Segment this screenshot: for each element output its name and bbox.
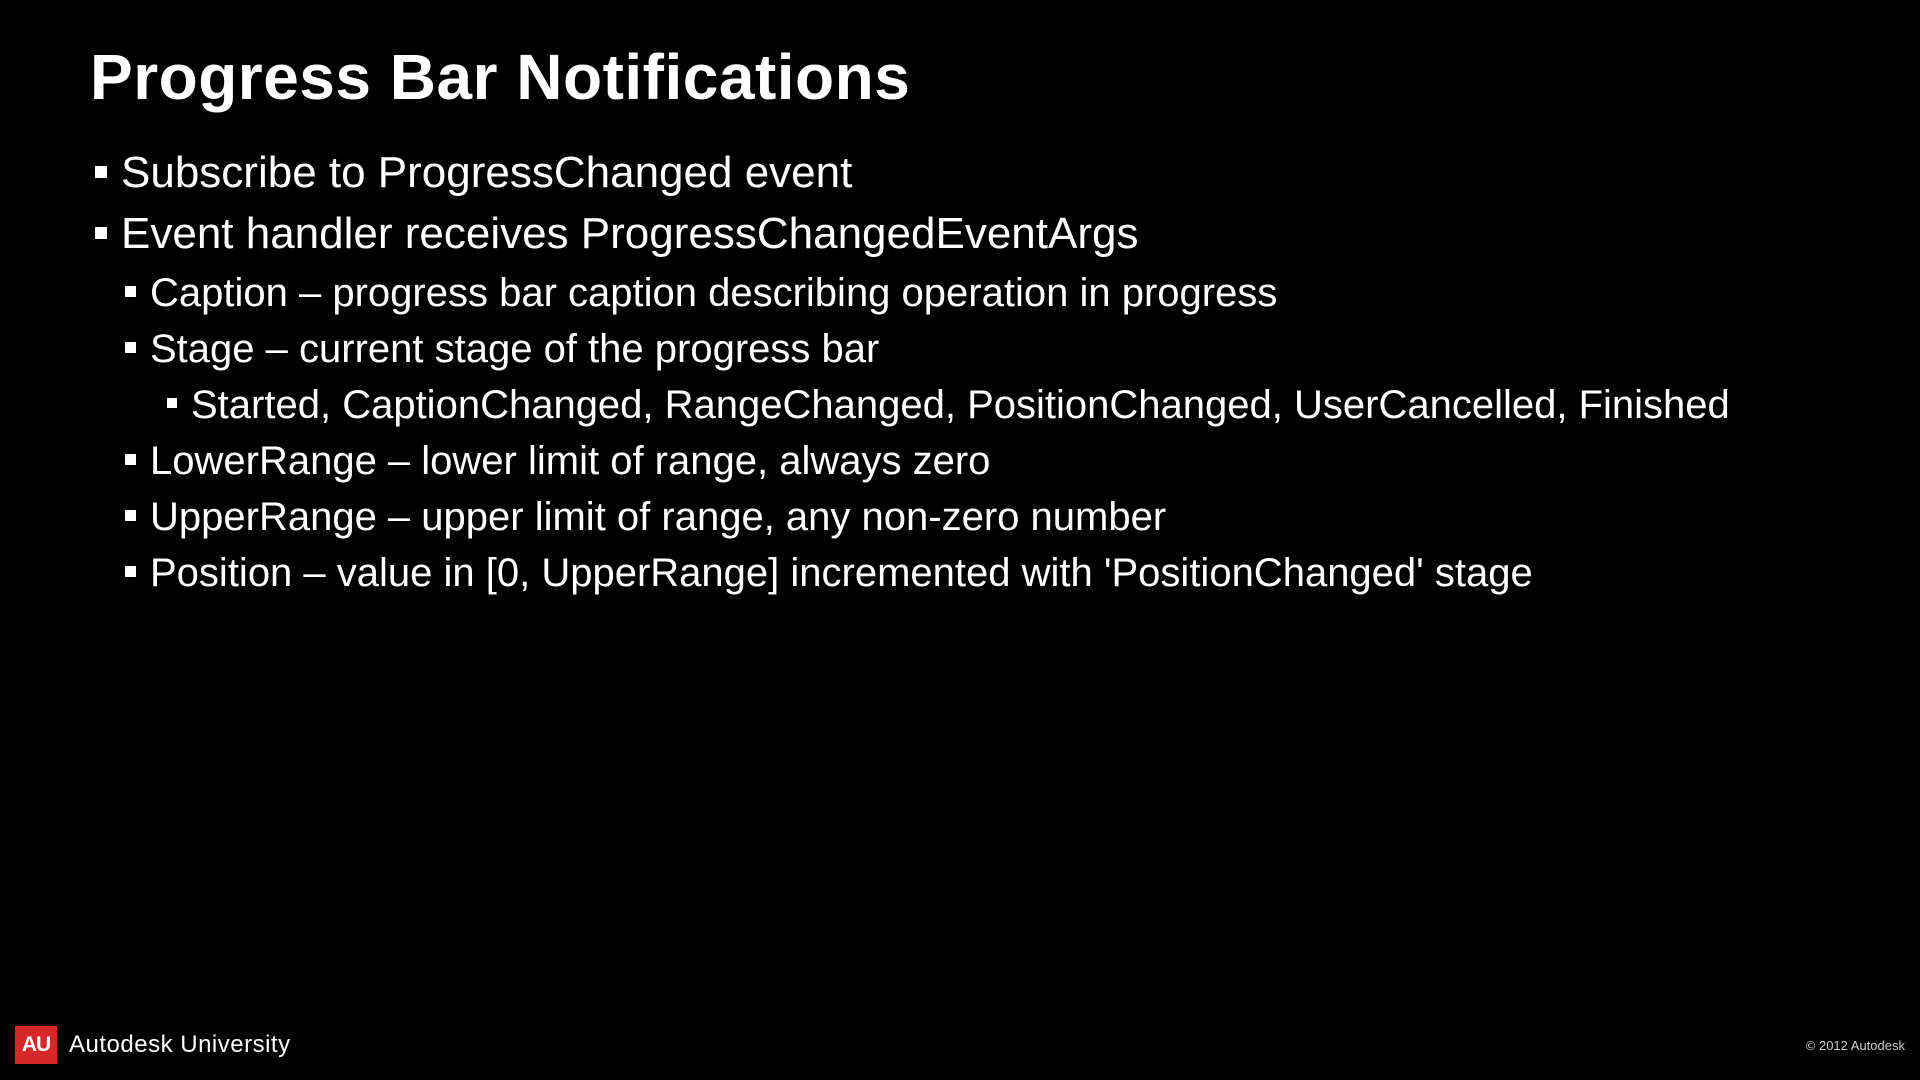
bullet-text: Position – value in [0, UpperRange] incr…	[150, 546, 1533, 600]
brand-text: Autodesk University	[69, 1031, 291, 1059]
bullet-level1: Event handler receives ProgressChangedEv…	[95, 205, 1920, 262]
bullet-level1: Subscribe to ProgressChanged event	[95, 144, 1920, 201]
bullet-text: Stage – current stage of the progress ba…	[150, 322, 879, 376]
bullet-level3: Started, CaptionChanged, RangeChanged, P…	[167, 378, 1920, 432]
bullet-level2: Position – value in [0, UpperRange] incr…	[125, 546, 1920, 600]
bullet-marker-icon	[167, 398, 177, 408]
logo-group: AU Autodesk University	[15, 1026, 291, 1064]
bullet-level2: Stage – current stage of the progress ba…	[125, 322, 1920, 376]
slide-title: Progress Bar Notifications	[0, 0, 1920, 114]
bullet-text: Caption – progress bar caption describin…	[150, 266, 1277, 320]
bullet-marker-icon	[125, 286, 136, 297]
bullet-marker-icon	[95, 166, 107, 178]
bullet-text: LowerRange – lower limit of range, alway…	[150, 434, 990, 488]
bullet-marker-icon	[125, 566, 136, 577]
bullet-level2: LowerRange – lower limit of range, alway…	[125, 434, 1920, 488]
bullet-marker-icon	[125, 342, 136, 353]
bullet-text: Subscribe to ProgressChanged event	[121, 144, 852, 201]
bullet-text: Started, CaptionChanged, RangeChanged, P…	[191, 378, 1730, 432]
bullet-marker-icon	[125, 454, 136, 465]
bullet-marker-icon	[125, 510, 136, 521]
slide-content: Subscribe to ProgressChanged event Event…	[0, 114, 1920, 600]
bullet-marker-icon	[95, 227, 107, 239]
bullet-text: UpperRange – upper limit of range, any n…	[150, 490, 1166, 544]
slide-footer: AU Autodesk University © 2012 Autodesk	[0, 1025, 1920, 1080]
bullet-level2: UpperRange – upper limit of range, any n…	[125, 490, 1920, 544]
bullet-text: Event handler receives ProgressChangedEv…	[121, 205, 1138, 262]
bullet-level2: Caption – progress bar caption describin…	[125, 266, 1920, 320]
copyright-text: © 2012 Autodesk	[1806, 1038, 1905, 1053]
au-logo-badge: AU	[15, 1026, 57, 1064]
